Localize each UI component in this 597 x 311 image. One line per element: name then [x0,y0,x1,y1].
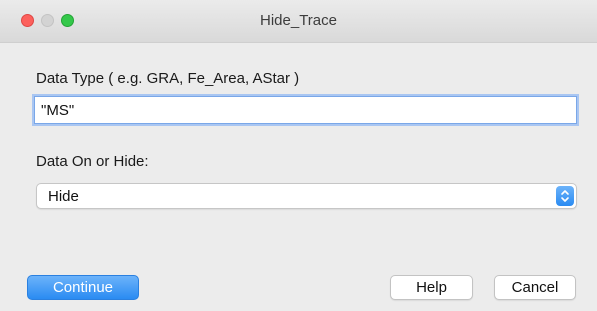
data-on-label: Data On or Hide: [36,153,149,170]
continue-button[interactable]: Continue [27,275,139,300]
data-on-selected-value: Hide [48,188,79,205]
title-bar[interactable]: Hide_Trace [0,0,597,43]
chevron-up-down-icon[interactable] [556,186,574,206]
cancel-button[interactable]: Cancel [494,275,576,300]
data-type-input[interactable] [34,96,577,124]
data-on-select[interactable]: Hide [36,183,577,209]
help-button[interactable]: Help [390,275,473,300]
data-type-label: Data Type ( e.g. GRA, Fe_Area, AStar ) [36,70,300,87]
window-title: Hide_Trace [260,12,337,29]
dialog-window: Hide_Trace Data Type ( e.g. GRA, Fe_Area… [0,0,597,311]
